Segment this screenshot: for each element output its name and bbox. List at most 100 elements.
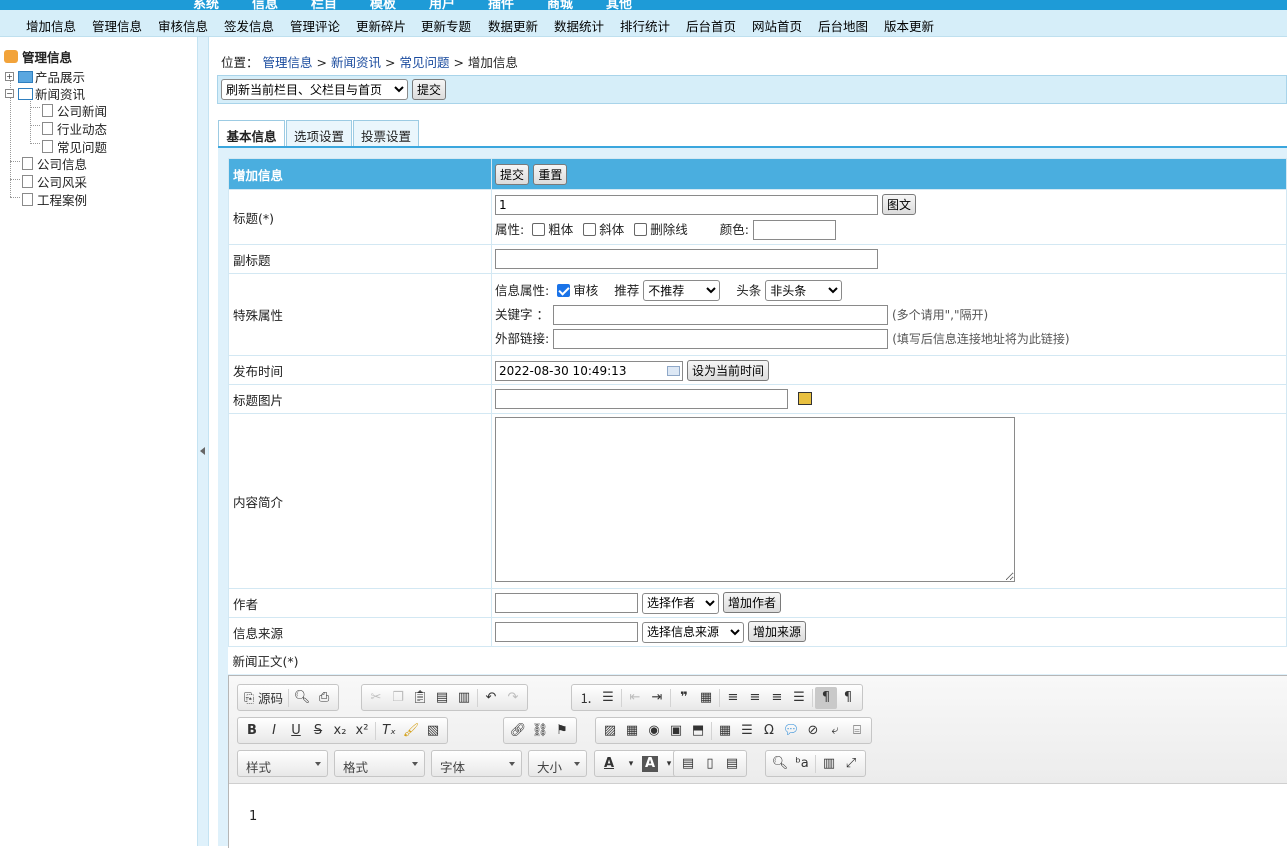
refresh-submit-button[interactable]: 提交 bbox=[412, 79, 447, 100]
underline-icon[interactable]: U bbox=[285, 720, 307, 742]
align-left-icon[interactable]: ≡ bbox=[722, 687, 744, 709]
copy-icon[interactable]: ❐ bbox=[387, 687, 409, 709]
font-combo[interactable]: 字体 bbox=[431, 750, 522, 777]
clear-format-icon[interactable]: ▧ bbox=[422, 720, 444, 742]
menu-site-home[interactable]: 网站首页 bbox=[752, 16, 802, 35]
multi-image-icon[interactable]: ▦ bbox=[621, 720, 643, 742]
image-select-icon[interactable] bbox=[797, 392, 812, 405]
menu-manage-info[interactable]: 管理信息 bbox=[92, 16, 142, 35]
calendar-icon[interactable] bbox=[667, 365, 680, 376]
strikethrough-icon[interactable]: S bbox=[307, 720, 329, 742]
collapse-icon[interactable]: − bbox=[5, 89, 14, 98]
tab-options[interactable]: 选项设置 bbox=[286, 120, 352, 146]
recommend-select[interactable]: 不推荐 bbox=[643, 280, 721, 302]
paste-text-icon[interactable]: ▤ bbox=[431, 687, 453, 709]
sidebar-splitter[interactable] bbox=[197, 37, 209, 846]
menu-data-stats[interactable]: 数据统计 bbox=[554, 16, 604, 35]
maximize-icon[interactable]: ⤢ bbox=[840, 753, 862, 775]
horizontal-rule-icon[interactable]: ☰ bbox=[736, 720, 758, 742]
show-blocks-icon[interactable]: ▥ bbox=[818, 753, 840, 775]
menu-rank-stats[interactable]: 排行统计 bbox=[620, 16, 670, 35]
align-justify-icon[interactable]: ☰ bbox=[788, 687, 810, 709]
italic-icon[interactable]: I bbox=[263, 720, 285, 742]
numbered-list-icon[interactable]: ⒈ bbox=[575, 687, 597, 709]
bold-checkbox[interactable] bbox=[532, 223, 546, 236]
audit-checkbox[interactable] bbox=[557, 283, 571, 297]
top-strip-item[interactable]: 模板 bbox=[370, 0, 396, 10]
bulleted-list-icon[interactable]: ☰ bbox=[597, 687, 619, 709]
anchor-icon[interactable]: ⚑ bbox=[551, 720, 573, 742]
size-combo[interactable]: 大小 bbox=[528, 750, 587, 777]
add-source-button[interactable]: 增加来源 bbox=[747, 621, 806, 643]
top-strip-item[interactable]: 商城 bbox=[547, 0, 573, 10]
ltr-text-icon[interactable]: ¶ bbox=[815, 686, 837, 709]
add-author-button[interactable]: 增加作者 bbox=[722, 592, 781, 614]
expand-icon[interactable]: + bbox=[5, 72, 14, 81]
strike-checkbox[interactable] bbox=[634, 223, 648, 236]
attachment-icon[interactable]: ⬒ bbox=[687, 720, 709, 742]
dropdown-arrow-icon[interactable]: ▾ bbox=[620, 753, 642, 775]
breadcrumb-link-news[interactable]: 新闻资讯 bbox=[331, 55, 381, 70]
source-button[interactable]: ⎘ 源码 bbox=[241, 687, 286, 709]
pic-text-button[interactable]: 图文 bbox=[881, 194, 916, 215]
menu-admin-map[interactable]: 后台地图 bbox=[818, 16, 868, 35]
redo-icon[interactable]: ↷ bbox=[502, 687, 524, 709]
blockquote-icon[interactable]: ❞ bbox=[673, 687, 695, 709]
top-strip-item[interactable]: 用户 bbox=[429, 0, 455, 10]
title-pic-input[interactable] bbox=[495, 389, 788, 409]
rtl-text-icon[interactable]: ¶ bbox=[837, 687, 859, 709]
top-strip-item[interactable]: 栏目 bbox=[311, 0, 337, 10]
format-combo[interactable]: 格式 bbox=[334, 750, 425, 777]
undo-icon[interactable]: ↶ bbox=[480, 687, 502, 709]
flash-icon[interactable]: ◉ bbox=[643, 720, 665, 742]
cut-icon[interactable]: ✂ bbox=[365, 687, 387, 709]
find-icon[interactable]: 🔍︎ bbox=[769, 753, 791, 775]
paste-icon[interactable]: 📋︎ bbox=[409, 687, 431, 709]
tree-item-industry[interactable]: 行业动态 bbox=[42, 119, 107, 138]
special-char-icon[interactable]: Ω bbox=[758, 720, 780, 742]
document-icon[interactable]: ▤ bbox=[721, 753, 743, 775]
tree-item-company-info[interactable]: 公司信息 bbox=[22, 154, 87, 173]
tree-item-company-style[interactable]: 公司风采 bbox=[22, 172, 87, 191]
menu-update-topics[interactable]: 更新专题 bbox=[421, 16, 471, 35]
tree-item-cases[interactable]: 工程案例 bbox=[22, 190, 87, 209]
superscript-icon[interactable]: x² bbox=[351, 720, 373, 742]
media-icon[interactable]: ▣ bbox=[665, 720, 687, 742]
breadcrumb-link-faq[interactable]: 常见问题 bbox=[399, 55, 449, 70]
breadcrumb-link-manage[interactable]: 管理信息 bbox=[263, 55, 313, 70]
set-now-button[interactable]: 设为当前时间 bbox=[686, 359, 769, 381]
smiley-icon[interactable]: 💬︎ bbox=[780, 720, 802, 742]
tab-basic-info[interactable]: 基本信息 bbox=[218, 120, 285, 146]
table-icon[interactable]: ▦ bbox=[714, 720, 736, 742]
refresh-select[interactable]: 刷新当前栏目、父栏目与首页 bbox=[221, 79, 408, 100]
div-container-icon[interactable]: ▦ bbox=[695, 687, 717, 709]
tab-vote[interactable]: 投票设置 bbox=[353, 120, 419, 146]
editor-content[interactable]: 1 bbox=[229, 784, 1287, 849]
remove-format-icon[interactable]: Tₓ bbox=[378, 720, 400, 742]
iframe-icon[interactable]: ⊘ bbox=[802, 720, 824, 742]
menu-add-info[interactable]: 增加信息 bbox=[26, 16, 76, 35]
copy-format-icon[interactable]: 🖌︎ bbox=[400, 720, 422, 742]
menu-data-update[interactable]: 数据更新 bbox=[488, 16, 538, 35]
top-strip-item[interactable]: 信息 bbox=[252, 0, 278, 10]
menu-admin-home[interactable]: 后台首页 bbox=[686, 16, 736, 35]
new-page-icon[interactable]: ▯ bbox=[699, 753, 721, 775]
bg-color-icon[interactable]: A bbox=[642, 755, 658, 772]
submit-button[interactable]: 提交 bbox=[495, 163, 530, 185]
top-strip-item[interactable]: 系统 bbox=[193, 0, 219, 10]
indent-icon[interactable]: ⇥ bbox=[646, 687, 668, 709]
author-input[interactable] bbox=[495, 593, 638, 614]
publish-time-input[interactable] bbox=[495, 360, 683, 381]
link-icon[interactable]: 🔗︎ bbox=[507, 720, 529, 742]
summary-textarea[interactable] bbox=[495, 417, 1015, 582]
menu-manage-comments[interactable]: 管理评论 bbox=[290, 16, 340, 35]
subscript-icon[interactable]: x₂ bbox=[329, 720, 351, 742]
menu-version-update[interactable]: 版本更新 bbox=[884, 16, 934, 35]
align-right-icon[interactable]: ≡ bbox=[766, 687, 788, 709]
replace-icon[interactable]: ᵇa bbox=[791, 753, 813, 775]
align-center-icon[interactable]: ≡ bbox=[744, 687, 766, 709]
insert-code-icon[interactable]: ⌸ bbox=[846, 720, 868, 742]
italic-checkbox[interactable] bbox=[583, 223, 597, 236]
unlink-icon[interactable]: ⛓ bbox=[529, 720, 551, 742]
paste-word-icon[interactable]: ▥ bbox=[453, 687, 475, 709]
